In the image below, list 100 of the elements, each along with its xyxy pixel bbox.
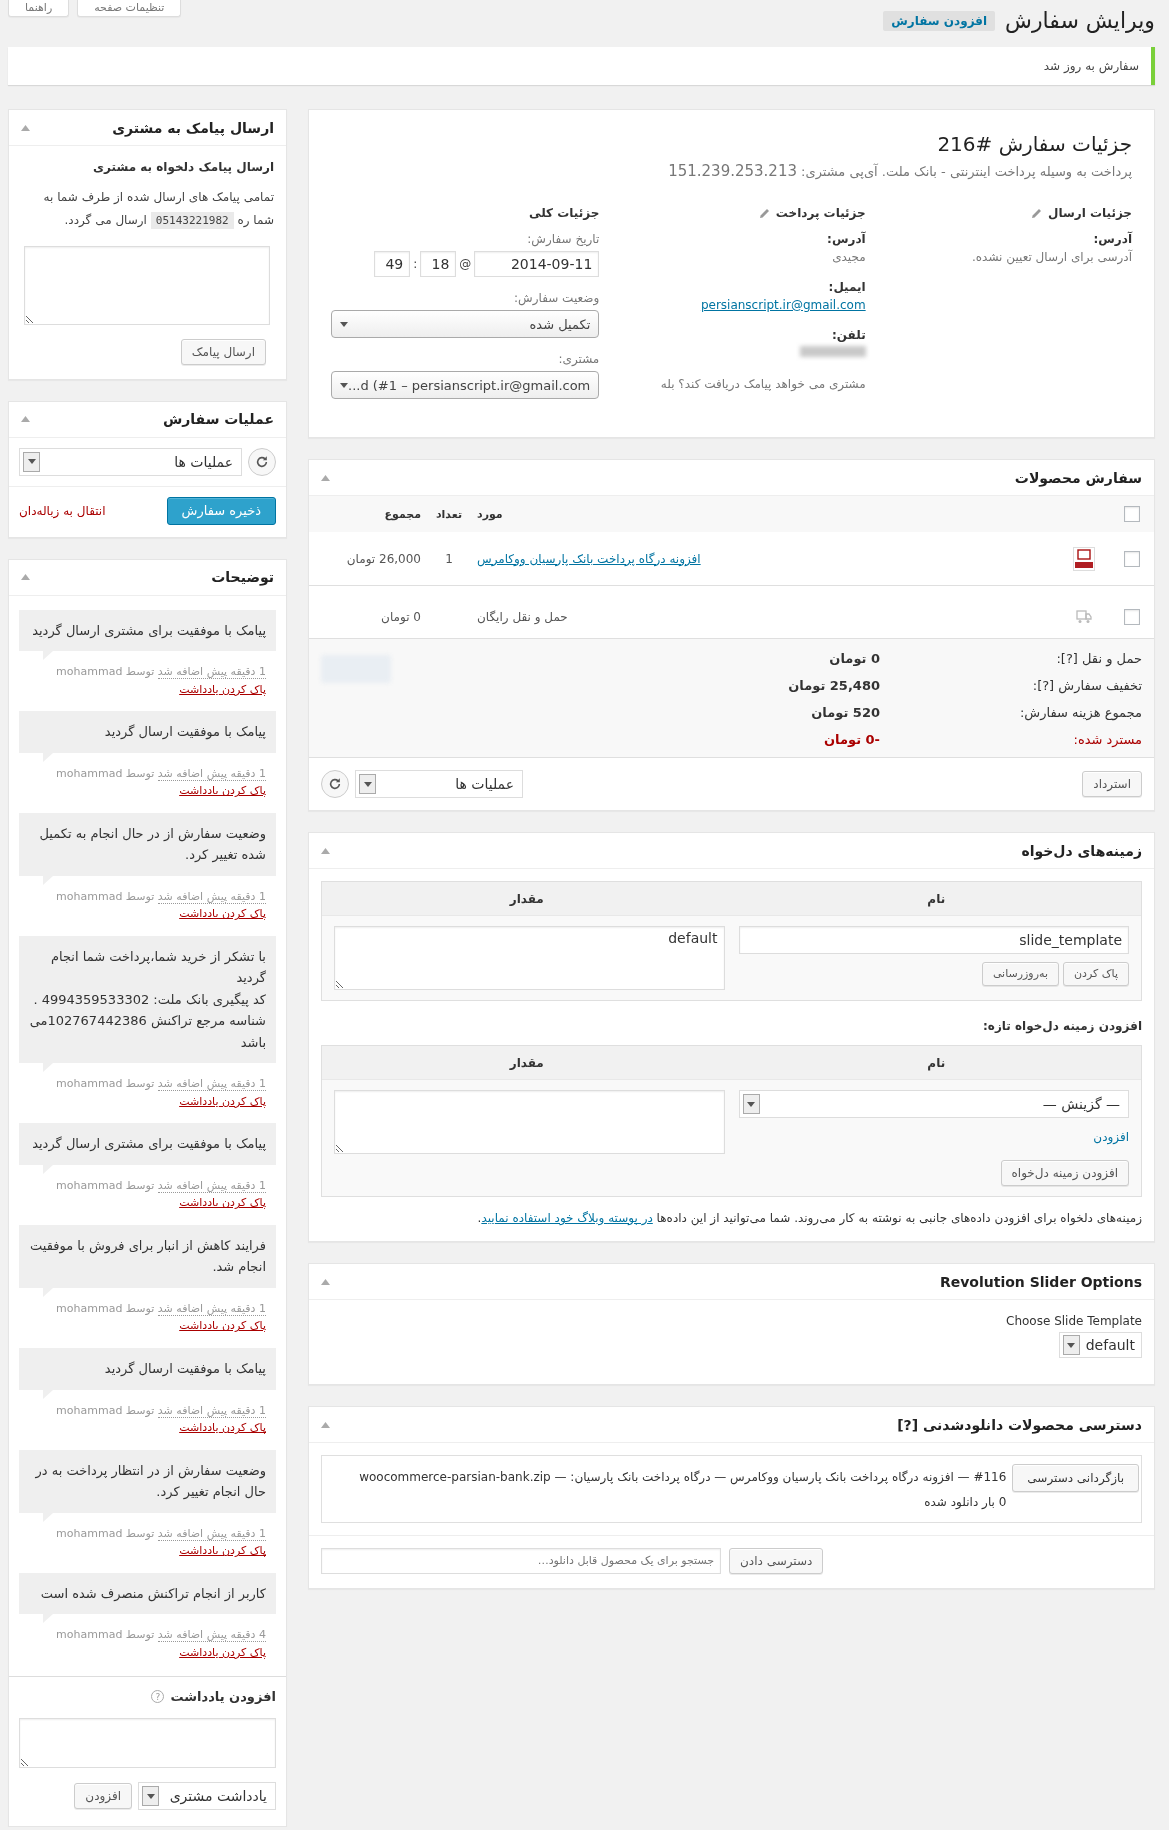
- note-text: کاربر از انجام تراکنش منصرف شده است: [19, 1572, 276, 1624]
- caret-icon: [742, 1094, 760, 1114]
- download-file-text: #116 — افزونه درگاه پرداخت بانک پارسیان ووکامرس — درگاه پرداخت بانک پارسیان: — woocommerce-parsian-bank.zip: [359, 1469, 1007, 1487]
- help-link[interactable]: در پوسته وبلاگ خود استفاده نمایید: [481, 1211, 653, 1225]
- success-notice: سفارش به روز شد: [8, 47, 1155, 85]
- update-button[interactable]: به‌روزرسانی: [981, 962, 1059, 986]
- panel-title: عملیات سفارش: [162, 411, 274, 428]
- note-type-select[interactable]: یادداشت مشتری: [138, 1782, 276, 1811]
- note-field[interactable]: [19, 1718, 276, 1769]
- field-name-select[interactable]: — گزینش —: [738, 1090, 1129, 1118]
- total-label: حمل و نقل [?]:: [1055, 651, 1142, 666]
- delete-button[interactable]: پاک کردن: [1062, 962, 1129, 986]
- column-heading: جزئیات پرداخت: [775, 206, 866, 220]
- address-label: آدرس:: [1092, 232, 1132, 246]
- checkbox[interactable]: [1124, 550, 1140, 567]
- hour-field[interactable]: 18: [420, 251, 457, 277]
- delete-note-link[interactable]: پاک کردن یادداشت: [179, 682, 266, 696]
- delete-note-link[interactable]: پاک کردن یادداشت: [179, 1421, 266, 1435]
- note-text: پیامک با موفقیت ارسال گردید: [19, 1348, 276, 1399]
- actions-select[interactable]: عملیات ها: [355, 770, 523, 798]
- at-sign: @: [459, 257, 472, 271]
- line-total: 26,000 تومان: [345, 551, 421, 566]
- quantity-text: 1: [444, 551, 454, 566]
- refresh-button[interactable]: [248, 447, 276, 476]
- field-name-input[interactable]: slide_template: [738, 926, 1129, 954]
- checkbox[interactable]: [1124, 506, 1140, 522]
- collapse-icon[interactable]: [21, 574, 30, 581]
- product-link[interactable]: افزونه درگاه پرداخت بانک پارسیان ووکامرس: [477, 551, 701, 566]
- delete-note-link[interactable]: پاک کردن یادداشت: [179, 1094, 266, 1108]
- checkbox[interactable]: [1124, 608, 1140, 625]
- delete-note-link[interactable]: پاک کردن یادداشت: [179, 1319, 266, 1333]
- truck-icon: [1076, 609, 1092, 624]
- delete-note-link[interactable]: پاک کردن یادداشت: [179, 1645, 266, 1659]
- note-meta: 1 دقیقه پیش اضافه شد توسط mohammad پاک کردن یادداشت: [55, 888, 267, 923]
- total-value: 520 تومان: [810, 705, 880, 720]
- field-value-input[interactable]: default: [334, 926, 725, 990]
- template-label: Choose Slide Template: [1006, 1314, 1142, 1328]
- refresh-icon: [255, 454, 269, 469]
- phone-label: تلفن:: [831, 328, 866, 342]
- total-label: مسترد شده:: [1072, 732, 1142, 747]
- panel-title: زمینه‌های دل‌خواه: [1021, 842, 1142, 859]
- refund-button[interactable]: استرداد: [1082, 771, 1142, 797]
- status-select[interactable]: تکمیل شده: [331, 310, 600, 338]
- screen-tab[interactable]: تنظیمات صفحه: [77, 0, 182, 17]
- date-field[interactable]: 2014-09-11: [474, 251, 600, 277]
- column-heading: جزئیات کلی: [529, 206, 600, 220]
- panel-title: سفارش محصولات: [1014, 469, 1142, 486]
- minute-field[interactable]: 49: [374, 251, 411, 277]
- total-label: تخفیف سفارش [?]:: [1031, 678, 1142, 693]
- email-link[interactable]: persianscript.ir@gmail.com: [700, 298, 866, 312]
- note-text: پیامک با موفقیت ارسال گردید: [19, 711, 276, 762]
- template-select[interactable]: default: [1058, 1332, 1142, 1358]
- panel-title: دسترسی محصولات دانلودشدنی [?]: [897, 1416, 1142, 1433]
- pencil-icon[interactable]: [1031, 207, 1042, 219]
- note-text: پیامک با موفقیت برای مشتری ارسال گردید: [19, 1123, 276, 1174]
- revoke-access-button[interactable]: بازگردانی دسترسی: [1012, 1464, 1139, 1492]
- collapse-icon[interactable]: [321, 474, 330, 481]
- actions-select[interactable]: عملیات ها: [19, 447, 242, 476]
- send-sms-button[interactable]: ارسال پیامک: [180, 338, 266, 365]
- refresh-button[interactable]: [321, 770, 349, 798]
- collapse-icon[interactable]: [321, 847, 330, 854]
- product-search-field[interactable]: جستجو برای یک محصول قابل دانلود…: [321, 1547, 721, 1574]
- add-note-button[interactable]: افزودن: [74, 1783, 132, 1810]
- note-meta: 1 دقیقه پیش اضافه شد توسط mohammad پاک کردن یادداشت: [55, 1177, 267, 1212]
- enter-new-link[interactable]: افزودن: [1093, 1130, 1129, 1144]
- note-text: پیامک با موفقیت برای مشتری ارسال گردید: [19, 609, 276, 661]
- help-text: زمینه‌های دلخواه برای افزودن داده‌های جانبی به نوشته به کار می‌روند. شما می‌توانید از این داده‌ها در پوسته وبلاگ خود استفاده نمایید.: [476, 1211, 1142, 1225]
- delete-note-link[interactable]: پاک کردن یادداشت: [179, 1196, 266, 1210]
- collapse-icon[interactable]: [21, 124, 30, 131]
- add-note-title: افزودن یادداشت: [170, 1689, 276, 1705]
- note-text: فرایند کاهش از انبار برای فروش با موفقیت انجام شد.: [19, 1225, 276, 1297]
- note-meta: 1 دقیقه پیش اضافه شد توسط mohammad پاک کردن یادداشت: [55, 1076, 267, 1110]
- caret-icon: [23, 451, 40, 472]
- collapse-icon[interactable]: [321, 1421, 330, 1428]
- shipping-method-name: حمل و نقل رایگان: [477, 609, 569, 624]
- caret-icon: [142, 1786, 159, 1807]
- download-count: 0 بار دانلود شده: [923, 1493, 1007, 1511]
- note-text: وضعیت سفارش از در حال انجام به تکمیل شده تغییر کرد.: [19, 812, 276, 885]
- grant-access-button[interactable]: دسترسی دادن: [729, 1547, 824, 1574]
- delete-note-link[interactable]: پاک کردن یادداشت: [179, 784, 266, 798]
- trash-link[interactable]: انتقال به زباله‌دان: [19, 503, 106, 518]
- sms-message-field[interactable]: [24, 245, 270, 325]
- note-meta: 1 دقیقه پیش اضافه شد توسط mohammad پاک کردن یادداشت: [55, 1300, 267, 1335]
- note-meta: 1 دقیقه پیش اضافه شد توسط mohammad پاک کردن یادداشت: [55, 1525, 267, 1560]
- delete-note-link[interactable]: پاک کردن یادداشت: [179, 907, 266, 921]
- field-value-input[interactable]: [334, 1090, 725, 1154]
- add-order-button[interactable]: افزودن سفارش: [883, 10, 996, 31]
- total-value: 0 تومان: [828, 651, 880, 666]
- collapse-icon[interactable]: [321, 1278, 330, 1285]
- pencil-icon[interactable]: [758, 207, 770, 219]
- blurred-text: [799, 346, 866, 357]
- delete-note-link[interactable]: پاک کردن یادداشت: [179, 1544, 266, 1558]
- customer-select[interactable]: ...d (#1 – persianscript.ir@gmail.com: [331, 371, 600, 399]
- screen-tab[interactable]: راهنما: [8, 0, 70, 17]
- note-meta: 1 دقیقه پیش اضافه شد توسط mohammad پاک کردن یادداشت: [55, 765, 267, 800]
- note-text: وضعیت سفارش از در انتظار پرداخت به در حال انجام تغییر کرد.: [19, 1449, 276, 1522]
- caret-icon: [359, 774, 376, 794]
- product-thumbnail-icon: [1073, 546, 1095, 571]
- add-field-button[interactable]: افزودن زمینه دل‌خواه: [1000, 1160, 1129, 1186]
- collapse-icon[interactable]: [21, 416, 30, 423]
